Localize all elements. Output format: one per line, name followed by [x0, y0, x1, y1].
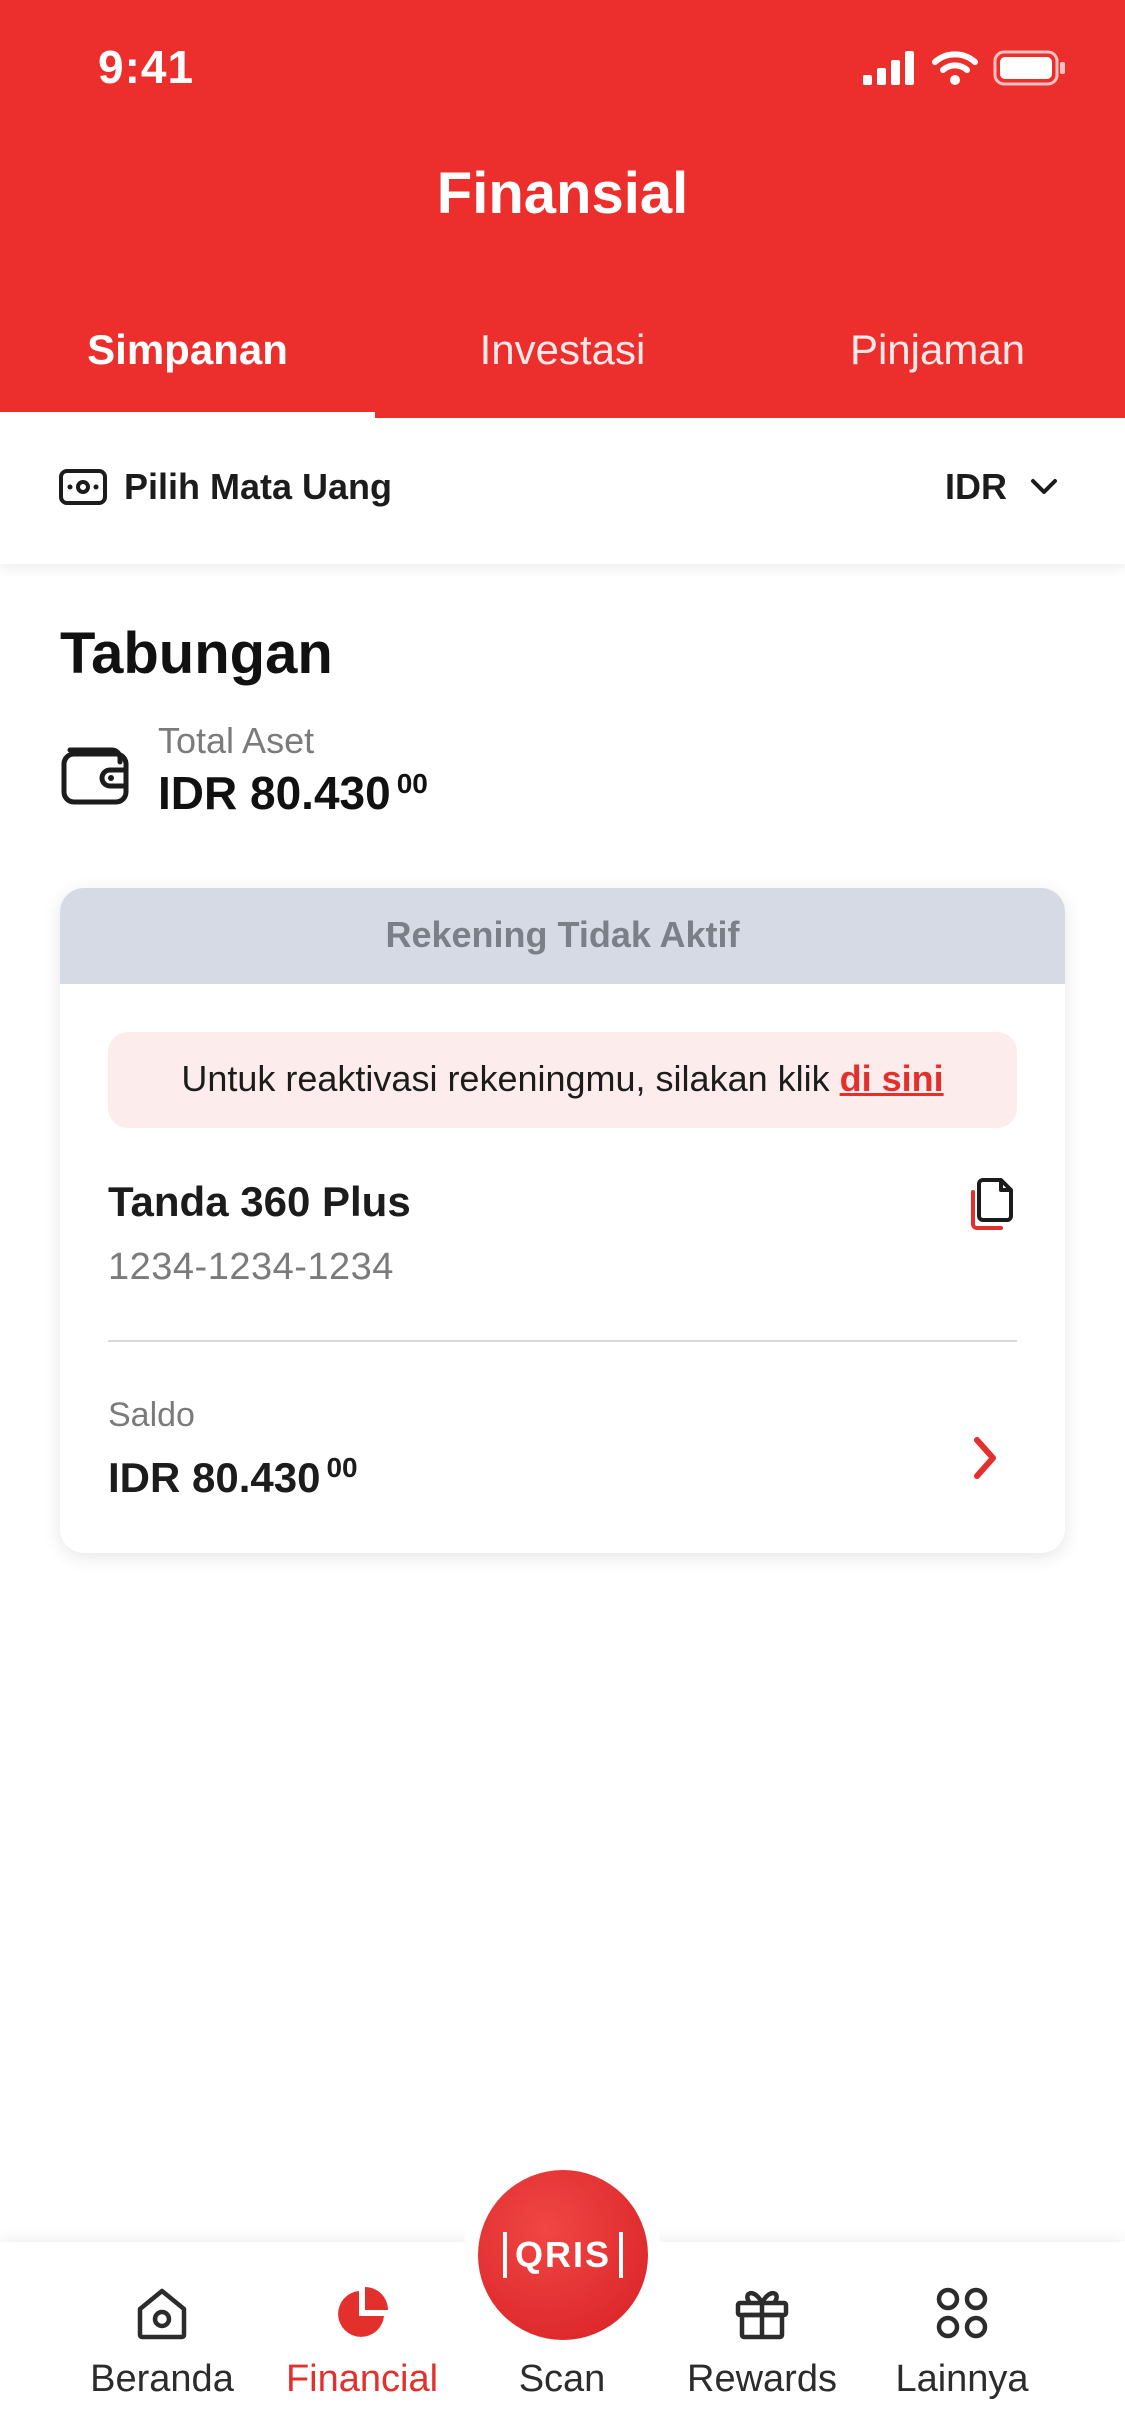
tab-simpanan[interactable]: Simpanan	[0, 300, 375, 418]
currency-label-group: Pilih Mata Uang	[58, 466, 392, 508]
account-card: Rekening Tidak Aktif Untuk reaktivasi re…	[60, 888, 1065, 1553]
nav-beranda-label: Beranda	[90, 2358, 234, 2400]
status-time: 9:41	[98, 41, 195, 93]
total-asset: Total Aset IDR 80.430 00	[60, 720, 428, 820]
status-bar: 9:41	[0, 0, 1125, 132]
wifi-icon	[932, 51, 978, 85]
gift-icon	[735, 2291, 789, 2340]
total-asset-label: Total Aset	[158, 720, 315, 761]
currency-value: IDR	[945, 466, 1007, 507]
wallet-icon	[61, 747, 129, 805]
currency-dropdown[interactable]: IDR	[945, 466, 1059, 508]
total-asset-decimal: 00	[396, 767, 428, 799]
tab-bar: Simpanan Investasi Pinjaman	[0, 300, 1125, 418]
reactivation-link[interactable]: di sini	[840, 1058, 944, 1099]
pie-chart-icon	[338, 2287, 388, 2337]
reactivation-notice: Untuk reaktivasi rekeningmu, silakan kli…	[108, 1032, 1017, 1128]
nav-lainnya[interactable]: Lainnya	[862, 2242, 1062, 2436]
account-number: 1234-1234-1234	[108, 1246, 394, 1288]
tab-pinjaman[interactable]: Pinjaman	[750, 300, 1125, 418]
balance-amount: IDR 80.430 00	[108, 1452, 358, 1502]
nav-beranda-icon-wrap	[62, 2278, 262, 2348]
page-title: Finansial	[436, 161, 689, 226]
cellular-signal-icon	[863, 51, 914, 85]
tab-investasi[interactable]: Investasi	[375, 300, 750, 418]
battery-icon	[993, 50, 1065, 86]
currency-selector[interactable]: Pilih Mata Uang IDR	[0, 418, 1125, 564]
currency-label: Pilih Mata Uang	[124, 466, 393, 507]
home-icon	[137, 2288, 187, 2340]
nav-rewards-label: Rewards	[687, 2358, 837, 2400]
nav-lainnya-label: Lainnya	[895, 2358, 1029, 2400]
card-divider	[108, 1340, 1017, 1342]
chevron-right-icon[interactable]	[965, 1428, 1005, 1488]
total-asset-text: Total Aset IDR 80.430 00	[158, 720, 428, 820]
nav-financial[interactable]: Financial	[262, 2242, 462, 2436]
copy-icon[interactable]	[967, 1176, 1017, 1232]
reactivation-text: Untuk reaktivasi rekeningmu, silakan kli…	[181, 1058, 830, 1099]
nav-rewards-icon-wrap	[662, 2278, 862, 2348]
nav-lainnya-icon-wrap	[862, 2278, 1062, 2348]
nav-rewards[interactable]: Rewards	[662, 2242, 862, 2436]
nav-scan-label: Scan	[518, 2358, 606, 2400]
section-title: Tabungan	[60, 621, 333, 686]
balance-decimal: 00	[326, 1452, 358, 1483]
qris-scan-icon: QRIS	[502, 2232, 623, 2278]
total-asset-value: IDR 80.430	[158, 767, 391, 819]
nav-financial-label: Financial	[285, 2358, 439, 2400]
nav-financial-icon-wrap	[262, 2278, 462, 2348]
chevron-down-icon	[1031, 479, 1057, 494]
wallet-card-icon	[59, 469, 107, 505]
nav-beranda[interactable]: Beranda	[62, 2242, 262, 2436]
grid-icon	[936, 2287, 988, 2339]
balance-label: Saldo	[108, 1396, 195, 1434]
qris-scan-button[interactable]: QRIS	[478, 2170, 648, 2340]
app-header: 9:41 Finansial Simpanan Investasi Pinjam…	[0, 0, 1125, 418]
account-status-banner: Rekening Tidak Aktif	[60, 888, 1065, 984]
product-name: Tanda 360 Plus	[108, 1178, 411, 1225]
status-icons	[863, 48, 1067, 88]
balance-value: IDR 80.430	[108, 1454, 321, 1501]
total-asset-amount: IDR 80.430 00	[158, 766, 428, 820]
